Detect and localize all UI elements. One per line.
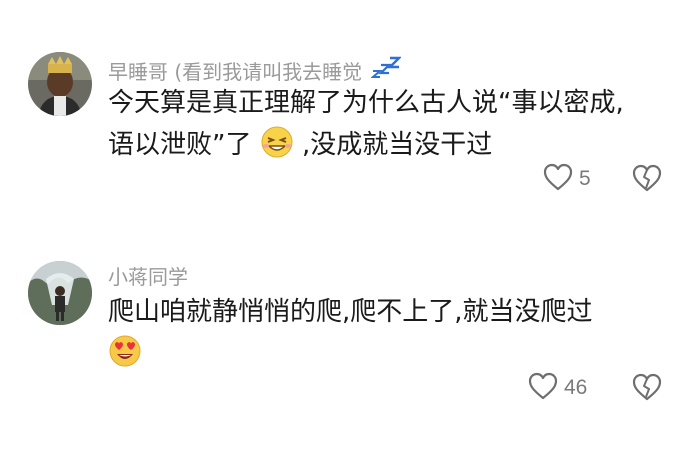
comment-text: 爬山咱就静悄悄的爬,爬不上了,就当没爬过 <box>108 291 668 381</box>
like-count: 46 <box>564 376 588 399</box>
dislike-button[interactable] <box>632 373 662 405</box>
comment-text-line: 今天算是真正理解了为什么古人说“事以密成, <box>108 88 624 118</box>
comment-item: 小蒋同学 爬山咱就静悄悄的爬,爬不上了,就当没爬过 46 <box>0 230 690 460</box>
heart-outline-icon <box>543 163 573 195</box>
like-count: 5 <box>579 167 591 190</box>
avatar[interactable] <box>28 261 92 325</box>
username-text: 小蒋同学 <box>108 265 188 289</box>
comment-text: 今天算是真正理解了为什么古人说“事以密成, 语以泄败”了 ,没成就当没干过 <box>108 82 668 172</box>
heart-outline-icon <box>528 372 558 404</box>
broken-heart-icon <box>632 164 662 196</box>
comment-text-segment: ,没成就当没干过 <box>302 130 493 160</box>
like-button[interactable]: 46 <box>528 372 587 404</box>
username[interactable]: 早睡哥 (看到我请叫我去睡觉 <box>108 55 402 85</box>
username[interactable]: 小蒋同学 <box>108 264 188 290</box>
broken-heart-icon <box>632 373 662 405</box>
comment-item: 早睡哥 (看到我请叫我去睡觉 今天算是真正理解了为什么古人说“事以密成, 语以泄… <box>0 0 690 230</box>
like-button[interactable]: 5 <box>543 163 591 195</box>
avatar[interactable] <box>28 52 92 116</box>
username-text: 早睡哥 (看到我请叫我去睡觉 <box>108 60 363 84</box>
grinning-squint-face-icon <box>260 125 294 172</box>
comment-text-line: 爬山咱就静悄悄的爬,爬不上了,就当没爬过 <box>108 297 593 327</box>
dislike-button[interactable] <box>632 164 662 196</box>
zzz-sleep-icon <box>369 55 402 85</box>
heart-eyes-face-icon <box>108 334 142 381</box>
comment-text-segment: 语以泄败”了 <box>108 130 252 160</box>
